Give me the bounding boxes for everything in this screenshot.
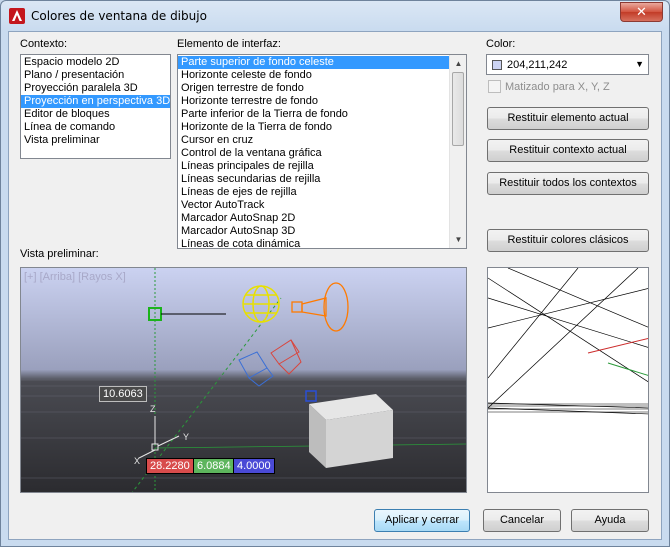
restore-context-button[interactable]: Restituir contexto actual bbox=[487, 139, 649, 162]
interface-element-listbox[interactable]: Parte superior de fondo celeste Horizonte… bbox=[177, 54, 467, 249]
preview-label: Vista preliminar: bbox=[20, 248, 99, 260]
help-button[interactable]: Ayuda bbox=[571, 509, 649, 532]
context-listbox[interactable]: Espacio modelo 2D Plano / presentación Pro… bbox=[20, 54, 171, 159]
scroll-thumb[interactable] bbox=[452, 72, 464, 146]
interface-element-item[interactable]: Cursor en cruz bbox=[178, 134, 449, 147]
dialog-client: Contexto: Espacio modelo 2D Plano / prese… bbox=[8, 31, 662, 540]
interface-element-item[interactable]: Líneas principales de rejilla bbox=[178, 160, 449, 173]
interface-element-item[interactable]: Horizonte de la Tierra de fondo bbox=[178, 121, 449, 134]
dim-y-field: 6.0884 bbox=[193, 458, 235, 474]
interface-element-item[interactable]: Horizonte terrestre de fondo bbox=[178, 95, 449, 108]
scroll-down-icon[interactable]: ▼ bbox=[450, 231, 466, 248]
interface-element-item[interactable]: Líneas secundarias de rejilla bbox=[178, 173, 449, 186]
dialog-window: Colores de ventana de dibujo ✕ Contexto:… bbox=[0, 0, 670, 547]
context-item[interactable]: Proyección paralela 3D bbox=[21, 82, 170, 95]
dim-x-field: 28.2280 bbox=[146, 458, 194, 474]
window-title: Colores de ventana de dibujo bbox=[31, 9, 207, 23]
interface-element-item[interactable]: Líneas de cota dinámica bbox=[178, 238, 449, 248]
dropdown-arrow-icon: ▼ bbox=[635, 59, 644, 69]
scroll-up-icon[interactable]: ▲ bbox=[450, 55, 466, 72]
context-item[interactable]: Plano / presentación bbox=[21, 69, 170, 82]
context-item[interactable]: Vista preliminar bbox=[21, 134, 170, 147]
autocad-logo-icon bbox=[9, 8, 25, 24]
restore-element-button[interactable]: Restituir elemento actual bbox=[487, 107, 649, 130]
grid-preview bbox=[487, 267, 649, 493]
dim-length-field: 10.6063 bbox=[99, 386, 147, 402]
color-swatch bbox=[492, 60, 502, 70]
context-item[interactable]: Espacio modelo 2D bbox=[21, 56, 170, 69]
preview-viewport: Z Y X [+] [Arriba] [Rayos X] 10.6063 28.… bbox=[20, 267, 467, 493]
apply-close-button[interactable]: Aplicar y cerrar bbox=[374, 509, 470, 532]
interface-element-item[interactable]: Parte superior de fondo celeste bbox=[178, 56, 449, 69]
context-item[interactable]: Editor de bloques bbox=[21, 108, 170, 121]
interface-element-item[interactable]: Vector AutoTrack bbox=[178, 199, 449, 212]
color-label: Color: bbox=[486, 38, 516, 50]
x-axis-label: X bbox=[134, 456, 140, 466]
y-axis-label: Y bbox=[183, 432, 189, 442]
color-dropdown[interactable]: 204,211,242 ▼ bbox=[486, 54, 649, 75]
interface-element-item[interactable]: Horizonte celeste de fondo bbox=[178, 69, 449, 82]
interface-element-label: Elemento de interfaz: bbox=[177, 38, 281, 50]
interface-element-item[interactable]: Líneas de ejes de rejilla bbox=[178, 186, 449, 199]
restore-all-button[interactable]: Restituir todos los contextos bbox=[487, 172, 649, 195]
tint-xyz-label: Matizado para X, Y, Z bbox=[505, 81, 610, 93]
context-item[interactable]: Proyección en perspectiva 3D bbox=[21, 95, 170, 108]
tint-xyz-checkbox[interactable] bbox=[488, 80, 501, 93]
cancel-button[interactable]: Cancelar bbox=[483, 509, 561, 532]
context-item[interactable]: Línea de comando bbox=[21, 121, 170, 134]
element-list-scrollbar[interactable]: ▲ ▼ bbox=[449, 55, 466, 248]
interface-element-item[interactable]: Control de la ventana gráfica bbox=[178, 147, 449, 160]
close-button[interactable]: ✕ bbox=[620, 2, 663, 22]
interface-element-item[interactable]: Marcador AutoSnap 2D bbox=[178, 212, 449, 225]
viewport-label: [+] [Arriba] [Rayos X] bbox=[24, 271, 126, 283]
interface-element-item[interactable]: Origen terrestre de fondo bbox=[178, 82, 449, 95]
interface-element-item[interactable]: Parte inferior de la Tierra de fondo bbox=[178, 108, 449, 121]
context-label: Contexto: bbox=[20, 38, 68, 50]
title-bar: Colores de ventana de dibujo ✕ bbox=[1, 1, 669, 31]
interface-element-item[interactable]: Marcador AutoSnap 3D bbox=[178, 225, 449, 238]
z-axis-label: Z bbox=[150, 404, 156, 414]
color-value: 204,211,242 bbox=[507, 59, 568, 71]
dim-z-field: 4.0000 bbox=[233, 458, 275, 474]
grid-perspective-scene bbox=[488, 268, 648, 415]
restore-classic-button[interactable]: Restituir colores clásicos bbox=[487, 229, 649, 252]
